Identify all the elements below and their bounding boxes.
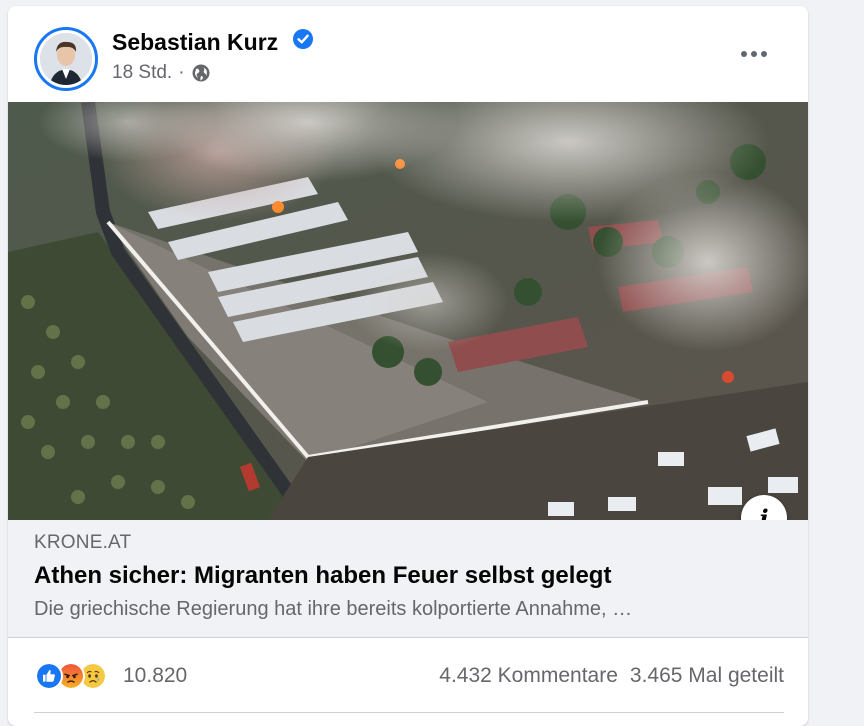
more-options-button[interactable] xyxy=(724,34,784,74)
aerial-fire-photo xyxy=(8,102,808,520)
post-header: Sebastian Kurz 18 Std. · xyxy=(8,6,808,102)
link-description: Die griechische Regierung hat ihre berei… xyxy=(34,598,633,620)
info-icon: i xyxy=(759,503,769,521)
more-options-icon xyxy=(741,51,747,57)
article-image[interactable]: i xyxy=(8,102,808,520)
link-headline[interactable]: Athen sicher: Migranten haben Feuer selb… xyxy=(34,562,782,590)
avatar-photo xyxy=(40,33,92,85)
comments-count[interactable]: 4.432 Kommentare xyxy=(439,664,618,688)
verified-badge-icon xyxy=(293,29,313,49)
meta-separator: · xyxy=(178,62,185,83)
more-options-dot xyxy=(761,51,767,57)
engagement-bar: 10.820 4.432 Kommentare 3.465 Mal geteil… xyxy=(8,644,808,714)
author-name[interactable]: Sebastian Kurz xyxy=(112,29,278,56)
link-preview[interactable]: i KRONE.AT Athen sicher: Migranten haben… xyxy=(8,102,808,644)
post-time[interactable]: 18 Std. xyxy=(112,62,172,84)
reaction-count[interactable]: 10.820 xyxy=(123,664,187,688)
reactions-summary[interactable]: 10.820 xyxy=(35,658,187,694)
post-meta: 18 Std. · xyxy=(112,62,211,84)
engagement-stats: 4.432 Kommentare 3.465 Mal geteilt xyxy=(439,664,784,688)
link-domain: KRONE.AT xyxy=(34,532,132,553)
profile-picture-icon xyxy=(40,33,92,85)
globe-icon[interactable] xyxy=(191,63,211,83)
divider xyxy=(34,712,784,713)
link-meta[interactable]: KRONE.AT Athen sicher: Migranten haben F… xyxy=(8,520,808,638)
shares-count[interactable]: 3.465 Mal geteilt xyxy=(630,664,784,688)
like-icon xyxy=(35,662,63,690)
more-options-dot xyxy=(751,51,757,57)
post-card: Sebastian Kurz 18 Std. · i KRONE.AT Athe… xyxy=(8,6,808,726)
avatar[interactable] xyxy=(34,27,98,91)
